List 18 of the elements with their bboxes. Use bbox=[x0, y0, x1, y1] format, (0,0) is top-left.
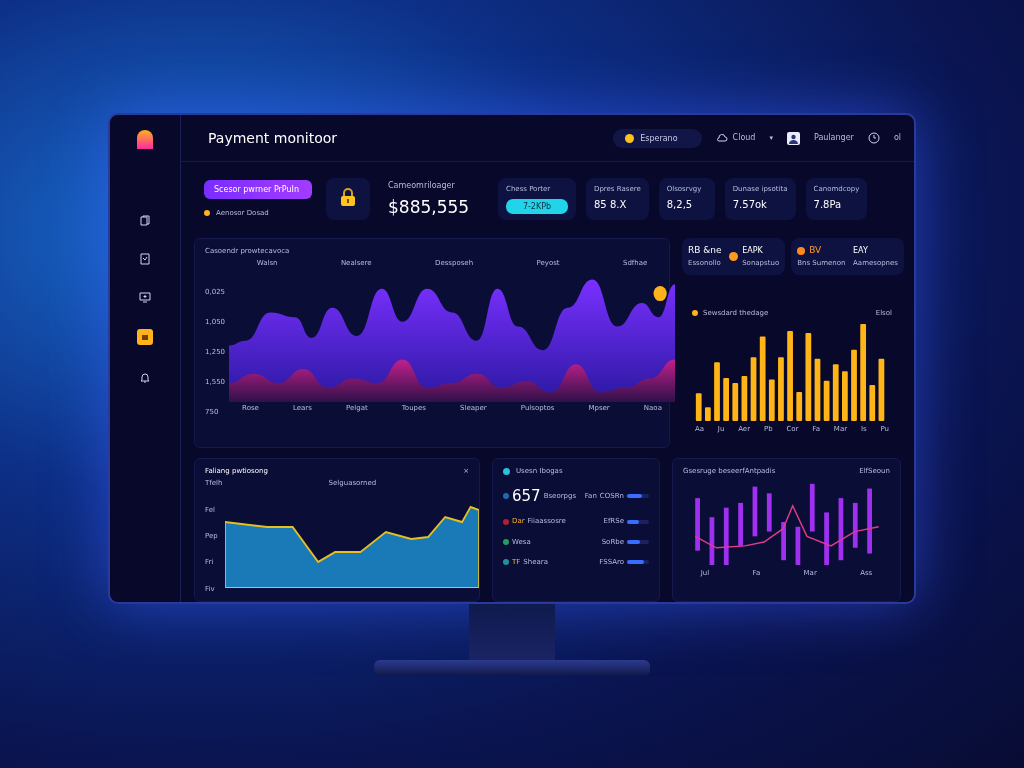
header-label: ol bbox=[893, 133, 901, 143]
kpi-value: 7.57ok bbox=[732, 199, 768, 212]
kpi-pill: 7-2KPb bbox=[506, 199, 568, 215]
cloud-label: Cloud bbox=[732, 133, 756, 143]
kpi-value: 8,2,5 bbox=[666, 199, 694, 212]
kpi-value: 85 8.X bbox=[594, 199, 628, 212]
stat-value: EAY bbox=[853, 246, 869, 256]
app-title: Payment monitoor bbox=[208, 130, 339, 146]
balance-value: $885,555 bbox=[388, 196, 471, 217]
stat-title: RB &ne bbox=[688, 245, 722, 257]
action-button[interactable]: Scesor pwrner PrPuIn bbox=[204, 180, 312, 200]
kpi-value: 7.8Pa bbox=[813, 199, 843, 212]
balance-label: Cameomriloager bbox=[388, 181, 456, 191]
stat-title: BV bbox=[809, 245, 822, 257]
stat-value: EAPK bbox=[742, 246, 764, 256]
user-name: Paulanger bbox=[813, 133, 854, 143]
currency-selector[interactable]: Esperano bbox=[613, 128, 702, 148]
row-value: 657 bbox=[512, 487, 541, 506]
